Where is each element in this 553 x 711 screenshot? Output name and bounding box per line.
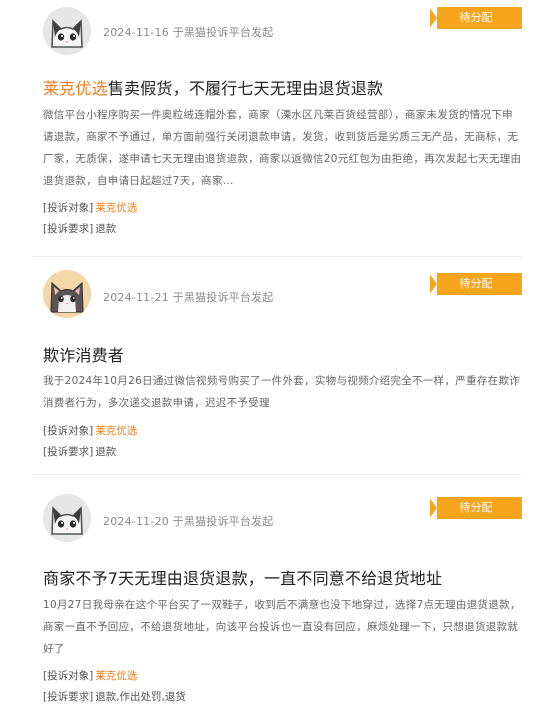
complaint-description: 我于2024年10月26日通过微信视频号购买了一件外套，实物与视频介绍完全不一样… <box>43 375 521 409</box>
title-text: 商家不予7天无理由退货退款，一直不同意不给退货地址 <box>43 569 443 588</box>
complaint-platform: 于黑猫投诉平台发起 <box>172 515 274 528</box>
demand-label: [投诉要求] <box>43 446 94 458</box>
demand-label: [投诉要求] <box>43 223 94 235</box>
complaint-card[interactable]: 2024-11-16 于黑猫投诉平台发起 待分配 莱克优选售卖假货，不履行七天无… <box>0 0 553 255</box>
complaint-target-row: [投诉对象] 莱克优选 <box>43 200 137 215</box>
title-merchant[interactable]: 莱克优选 <box>43 79 108 98</box>
status-badge: 待分配 <box>429 273 522 295</box>
complaint-date: 2024-11-16 <box>103 26 169 39</box>
complaint-platform: 于黑猫投诉平台发起 <box>172 291 274 304</box>
white-cat-icon <box>43 7 91 55</box>
complaint-date: 2024-11-21 <box>103 291 169 304</box>
complaint-list: 2024-11-16 于黑猫投诉平台发起 待分配 莱克优选售卖假货，不履行七天无… <box>0 0 553 711</box>
complaint-description: 10月27日我母亲在这个平台买了一双鞋子，收到后不满意也没下地穿过，选择7点无理… <box>43 599 521 655</box>
demand-value: 退款 <box>95 223 117 235</box>
status-badge: 待分配 <box>429 497 522 519</box>
complaint-target-row: [投诉对象] 莱克优选 <box>43 423 137 438</box>
target-label: [投诉对象] <box>43 670 94 682</box>
target-label: [投诉对象] <box>43 202 94 214</box>
complaint-meta: 2024-11-21 于黑猫投诉平台发起 <box>103 289 273 305</box>
target-link[interactable]: 莱克优选 <box>95 202 137 214</box>
demand-value: 退款 <box>95 446 117 458</box>
complaint-meta: 2024-11-20 于黑猫投诉平台发起 <box>103 513 273 529</box>
complaint-card[interactable]: 2024-11-20 于黑猫投诉平台发起 待分配 商家不予7天无理由退货退款，一… <box>0 478 553 711</box>
white-cat-icon <box>43 494 91 542</box>
complaint-target-row: [投诉对象] 莱克优选 <box>43 668 137 683</box>
complaint-demand-row: [投诉要求] 退款 <box>43 444 116 459</box>
complaint-title[interactable]: 欺诈消费者 <box>43 342 124 366</box>
complaint-description: 微信平台小程序购买一件奥粒绒连帽外套，商家（溧水区凡莱百货经营部），商家未发货的… <box>43 109 522 187</box>
target-link[interactable]: 莱克优选 <box>95 425 137 437</box>
complaint-demand-row: [投诉要求] 退款,作出处罚,退货 <box>43 689 186 704</box>
complaint-date: 2024-11-20 <box>103 515 169 528</box>
title-text: 欺诈消费者 <box>43 346 125 365</box>
complaint-platform: 于黑猫投诉平台发起 <box>172 26 274 39</box>
complaint-demand-row: [投诉要求] 退款 <box>43 221 116 236</box>
divider <box>32 474 521 475</box>
demand-label: [投诉要求] <box>43 691 94 703</box>
demand-value: 退款,作出处罚,退货 <box>95 691 186 703</box>
tabby-cat-icon <box>43 270 91 318</box>
divider <box>32 256 521 257</box>
complaint-title[interactable]: 莱克优选售卖假货，不履行七天无理由退货退款 <box>43 75 383 99</box>
status-badge: 待分配 <box>429 7 522 29</box>
complaint-card[interactable]: 2024-11-21 于黑猫投诉平台发起 待分配 欺诈消费者 我于2024年10… <box>0 258 553 472</box>
complaint-title[interactable]: 商家不予7天无理由退货退款，一直不同意不给退货地址 <box>43 565 442 589</box>
target-label: [投诉对象] <box>43 425 94 437</box>
title-text: 售卖假货，不履行七天无理由退货退款 <box>107 79 384 98</box>
target-link[interactable]: 莱克优选 <box>95 670 137 682</box>
complaint-meta: 2024-11-16 于黑猫投诉平台发起 <box>103 24 273 40</box>
